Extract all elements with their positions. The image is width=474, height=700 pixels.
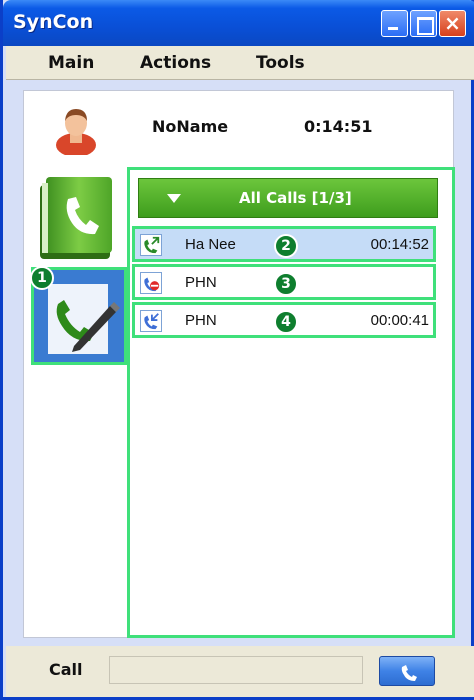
step-badge-1: 1 [30,266,54,290]
all-calls-label: All Calls [1/3] [239,189,352,207]
close-button[interactable]: × [439,10,466,37]
user-name: NoName [152,117,229,136]
step-badge-2: 2 [274,234,298,258]
call-duration: 00:14:52 [370,236,429,253]
minimize-button[interactable] [381,10,408,37]
title-bar: SynCon × [3,0,474,46]
call-duration: 00:00:41 [370,312,429,329]
call-number-input[interactable] [109,656,363,684]
maximize-button[interactable] [410,10,437,37]
step-badge-3: 3 [274,272,298,296]
client-area: NoName 0:14:51 1 All Calls [1/3] Ha Nee … [23,90,455,638]
call-label: Call [49,660,83,679]
call-row[interactable]: PHN 4 00:00:41 [132,302,436,338]
all-calls-header[interactable]: All Calls [1/3] [138,178,438,218]
menu-tools[interactable]: Tools [256,53,305,73]
missed-call-icon [140,272,162,294]
phone-icon [401,665,417,681]
caller-name: PHN [185,274,217,291]
incoming-call-icon [140,310,162,332]
call-list-panel: All Calls [1/3] Ha Nee 2 00:14:52 PHN 3 … [127,167,455,638]
menu-actions[interactable]: Actions [140,53,211,73]
sidebar: 1 [24,167,128,637]
step-badge-4: 4 [274,310,298,334]
menu-bar: Main Actions Tools [6,46,474,80]
dial-button[interactable] [379,656,435,686]
call-log-tab[interactable]: 1 [30,266,127,365]
caller-name: Ha Nee [185,236,236,253]
close-icon: × [444,11,461,35]
bottom-bar: Call [6,646,474,697]
chevron-down-icon [167,194,181,203]
call-row[interactable]: PHN 3 [132,264,436,300]
call-row[interactable]: Ha Nee 2 00:14:52 [132,226,436,262]
call-timer: 0:14:51 [304,117,373,136]
outgoing-call-icon [140,234,162,256]
menu-main[interactable]: Main [48,53,94,73]
avatar [56,109,96,155]
window-title: SynCon [13,11,94,33]
caller-name: PHN [185,312,217,329]
contacts-book-icon[interactable] [34,173,118,261]
app-window: SynCon × Main Actions Tools NoName 0:14:… [0,0,474,700]
